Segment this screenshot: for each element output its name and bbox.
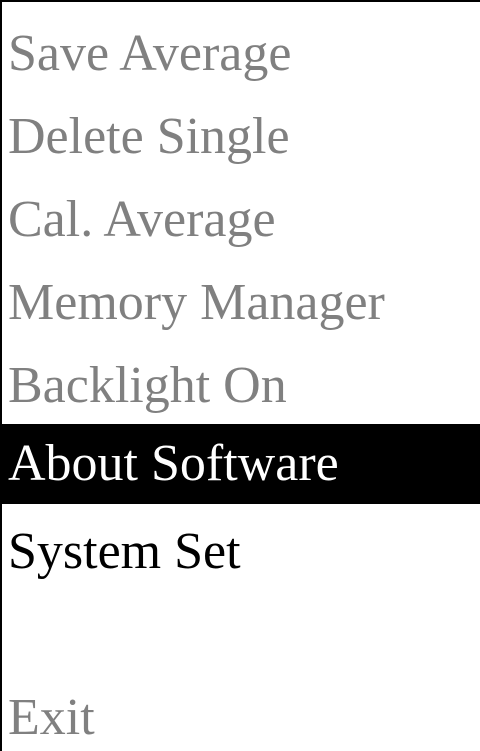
menu-item-system-set[interactable]: System Set — [2, 512, 480, 592]
menu-item-exit[interactable]: Exit — [2, 678, 480, 751]
menu-item-cal-average[interactable]: Cal. Average — [2, 180, 480, 260]
device-screen: Save Average Delete Single Cal. Average … — [0, 0, 480, 751]
menu-item-about-software[interactable]: About Software — [2, 424, 480, 504]
menu-item-memory-manager[interactable]: Memory Manager — [2, 263, 480, 343]
menu-item-delete-single[interactable]: Delete Single — [2, 97, 480, 177]
menu-item-backlight-on[interactable]: Backlight On — [2, 346, 480, 426]
menu-item-save-average[interactable]: Save Average — [2, 14, 480, 94]
